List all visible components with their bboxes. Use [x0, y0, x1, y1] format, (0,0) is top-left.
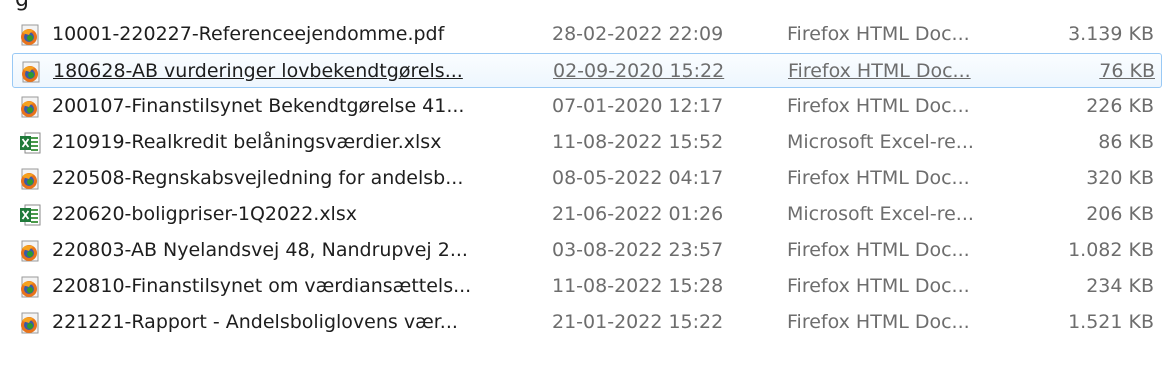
- file-row[interactable]: 10001-220227-Referenceejendomme.pdf 28-0…: [12, 17, 1162, 52]
- file-name: 200107-Finanstilsynet Bekendtgørelse 41.…: [52, 95, 465, 117]
- clipped-partial-row: g: [0, 0, 1176, 14]
- firefox-document-icon: [21, 276, 39, 298]
- firefox-document-icon: [21, 24, 39, 46]
- file-size: 206 KB: [1086, 203, 1154, 225]
- file-type: Firefox HTML Doc...: [787, 23, 970, 45]
- file-row[interactable]: 221221-Rapport - Andelsboliglovens vær..…: [12, 305, 1162, 340]
- file-name: 220620-boligpriser-1Q2022.xlsx: [52, 203, 357, 225]
- file-date-modified: 03-08-2022 23:57: [552, 239, 724, 261]
- file-date-modified: 11-08-2022 15:28: [552, 275, 724, 297]
- file-type: Firefox HTML Doc...: [787, 275, 970, 297]
- file-date-modified: 07-01-2020 12:17: [552, 95, 724, 117]
- file-row[interactable]: 210919-Realkredit belåningsværdier.xlsx …: [12, 125, 1162, 160]
- file-date-modified: 21-01-2022 15:22: [552, 311, 724, 333]
- file-size: 86 KB: [1098, 131, 1154, 153]
- file-date-modified: 21-06-2022 01:26: [552, 203, 724, 225]
- file-size: 1.082 KB: [1068, 239, 1154, 261]
- file-list: g 10001-220227-Referenceejendomme.pdf 28…: [0, 0, 1176, 392]
- file-date-modified: 28-02-2022 22:09: [552, 23, 724, 45]
- file-size: 76 KB: [1099, 60, 1155, 82]
- file-row[interactable]: 220620-boligpriser-1Q2022.xlsx 21-06-202…: [12, 197, 1162, 232]
- firefox-document-icon: [21, 168, 39, 190]
- file-row[interactable]: 220810-Finanstilsynet om værdiansættels.…: [12, 269, 1162, 304]
- file-size: 226 KB: [1086, 95, 1154, 117]
- file-type: Microsoft Excel-re...: [787, 131, 974, 153]
- file-date-modified: 11-08-2022 15:52: [552, 131, 724, 153]
- file-name: 220803-AB Nyelandsvej 48, Nandrupvej 2..…: [52, 239, 468, 261]
- file-name: 221221-Rapport - Andelsboliglovens vær..…: [52, 311, 458, 333]
- file-name: 210919-Realkredit belåningsværdier.xlsx: [52, 131, 442, 153]
- file-type: Firefox HTML Doc...: [787, 167, 970, 189]
- file-date-modified: 02-09-2020 15:22: [553, 60, 725, 82]
- excel-document-icon: [20, 132, 41, 154]
- file-name: 220508-Regnskabsvejledning for andelsb..…: [52, 167, 464, 189]
- file-name: 220810-Finanstilsynet om værdiansættels.…: [52, 275, 472, 297]
- file-size: 3.139 KB: [1068, 23, 1154, 45]
- firefox-document-icon: [21, 96, 39, 118]
- file-size: 320 KB: [1086, 167, 1154, 189]
- file-row[interactable]: 220803-AB Nyelandsvej 48, Nandrupvej 2..…: [12, 233, 1162, 268]
- firefox-document-icon: [22, 61, 40, 83]
- file-date-modified: 08-05-2022 04:17: [552, 167, 724, 189]
- file-row[interactable]: 220508-Regnskabsvejledning for andelsb..…: [12, 161, 1162, 196]
- file-name: 10001-220227-Referenceejendomme.pdf: [52, 23, 445, 45]
- file-row-hovered[interactable]: 180628-AB vurderinger lovbekendtgørels..…: [12, 53, 1162, 88]
- file-name: 180628-AB vurderinger lovbekendtgørels..…: [53, 60, 463, 82]
- file-size: 1.521 KB: [1068, 311, 1154, 333]
- file-type: Microsoft Excel-re...: [787, 203, 974, 225]
- file-type: Firefox HTML Doc...: [787, 239, 970, 261]
- firefox-document-icon: [21, 312, 39, 334]
- file-type: Firefox HTML Doc...: [788, 60, 971, 82]
- excel-document-icon: [20, 204, 41, 226]
- firefox-document-icon: [21, 240, 39, 262]
- file-type: Firefox HTML Doc...: [787, 95, 970, 117]
- file-size: 234 KB: [1086, 275, 1154, 297]
- file-row[interactable]: 200107-Finanstilsynet Bekendtgørelse 41.…: [12, 89, 1162, 124]
- file-type: Firefox HTML Doc...: [787, 311, 970, 333]
